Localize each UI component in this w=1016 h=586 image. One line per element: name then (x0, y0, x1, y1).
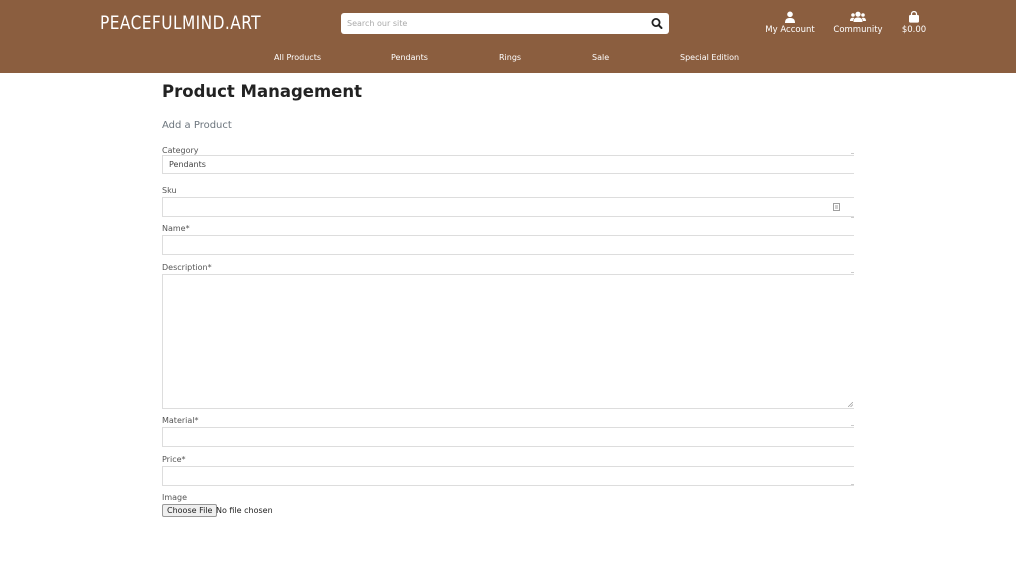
category-label: Category (162, 146, 199, 155)
autofill-key-icon (833, 203, 840, 211)
field-hint-mark (851, 484, 854, 485)
site-header: PEACEFULMIND.ART My Account Community (0, 0, 1016, 73)
shopping-bag-icon (909, 11, 919, 23)
menu-item-all-products[interactable]: All Products (274, 53, 321, 62)
main-menu: All Products Pendants Rings Sale Special… (0, 53, 1016, 65)
sku-label: Sku (162, 186, 177, 195)
search-bar (341, 13, 669, 34)
menu-item-rings[interactable]: Rings (499, 53, 521, 62)
my-account-label: My Account (765, 25, 815, 35)
search-icon (651, 18, 663, 29)
field-hint-mark (851, 153, 854, 154)
choose-file-button[interactable]: Choose File (162, 504, 218, 517)
image-label: Image (162, 493, 188, 502)
category-value: Pendants (169, 160, 206, 169)
material-label: Material* (162, 416, 199, 425)
user-icon (785, 11, 795, 23)
category-select[interactable]: Pendants (162, 155, 854, 174)
file-status-text: No file chosen (216, 506, 273, 515)
field-hint-mark (851, 272, 854, 273)
field-hint-mark (851, 217, 854, 218)
field-hint-mark (851, 425, 854, 426)
search-input[interactable] (341, 13, 653, 34)
cart-total: $0.00 (901, 25, 927, 35)
cart-link[interactable]: $0.00 (898, 11, 930, 35)
menu-item-sale[interactable]: Sale (592, 53, 609, 62)
material-input[interactable] (162, 427, 854, 447)
site-logo[interactable]: PEACEFULMIND.ART (100, 12, 261, 34)
page-subtitle: Add a Product (162, 120, 232, 131)
sku-input[interactable] (162, 197, 854, 217)
name-label: Name* (162, 224, 190, 233)
price-input[interactable] (162, 466, 854, 486)
description-textarea[interactable] (162, 274, 854, 409)
community-label: Community (833, 25, 883, 35)
page-title: Product Management (162, 82, 362, 101)
menu-item-pendants[interactable]: Pendants (391, 53, 428, 62)
name-input[interactable] (162, 235, 854, 255)
my-account-link[interactable]: My Account (762, 11, 818, 35)
users-icon (850, 11, 866, 22)
community-link[interactable]: Community (832, 11, 884, 35)
price-label: Price* (162, 455, 186, 464)
product-form-section: Product Management Add a Product Categor… (162, 82, 854, 517)
menu-item-special-edition[interactable]: Special Edition (680, 53, 739, 62)
resize-handle-icon (848, 402, 853, 407)
search-button[interactable] (649, 16, 665, 31)
description-label: Description* (162, 263, 212, 272)
product-form: Category Pendants Sku Name* Description*… (162, 146, 854, 586)
